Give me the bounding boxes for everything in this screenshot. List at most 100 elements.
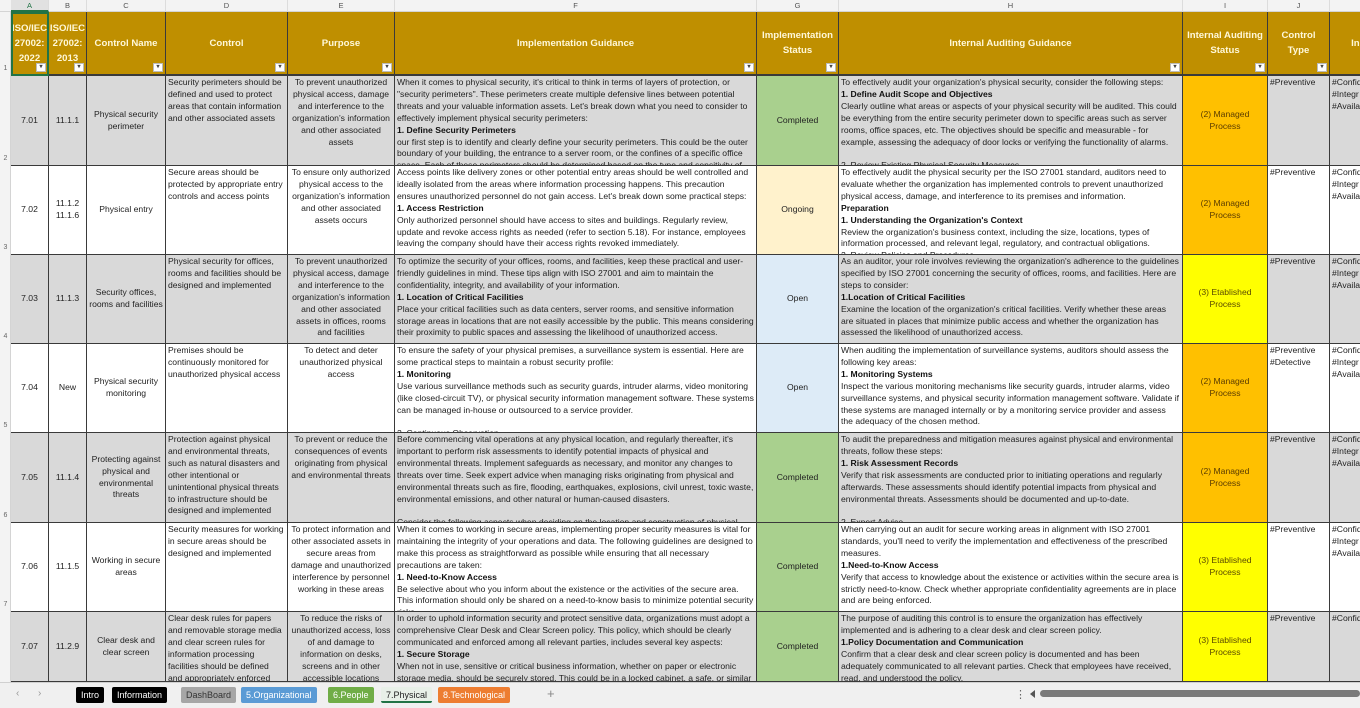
row-number[interactable]: 7 — [0, 601, 11, 608]
more-options-icon[interactable]: ⋮ — [1015, 688, 1026, 701]
cell-security-properties[interactable]: #Confid #Integr #Availa — [1330, 523, 1360, 612]
cell-internal-auditing-status[interactable]: (2) Managed Process — [1183, 433, 1268, 523]
cell-iso2013[interactable]: 11.1.1 — [49, 76, 87, 166]
cell-implementation-guidance[interactable]: When it comes to working in secure areas… — [395, 523, 757, 612]
prev-sheet-icon[interactable]: ‹ — [16, 688, 19, 699]
horizontal-scrollbar[interactable] — [1040, 690, 1360, 697]
column-letter[interactable]: D — [166, 0, 288, 12]
row-number[interactable]: 5 — [0, 422, 11, 429]
sheet-tab-8-technological[interactable]: 8.Technological — [438, 687, 511, 703]
sheet-tab-7-physical[interactable]: 7.Physical — [381, 687, 433, 703]
sheet-tab-intro[interactable]: Intro — [76, 687, 105, 703]
cell-internal-auditing-status[interactable]: (2) Managed Process — [1183, 166, 1268, 255]
cell-internal-auditing-status[interactable]: (3) Etablished Process — [1183, 612, 1268, 682]
cell-security-properties[interactable]: #Confid #Integr #Availa — [1330, 255, 1360, 344]
cell-internal-auditing-status[interactable]: (2) Managed Process — [1183, 344, 1268, 433]
cell-purpose[interactable]: To prevent or reduce the consequences of… — [288, 433, 395, 523]
cell-internal-auditing-guidance[interactable]: To effectively audit the physical securi… — [839, 166, 1183, 255]
cell-control-name[interactable]: Physical security monitoring — [87, 344, 166, 433]
cell-internal-auditing-status[interactable]: (3) Etablished Process — [1183, 255, 1268, 344]
cell-control-type[interactable]: #Preventive — [1268, 166, 1330, 255]
filter-dropdown-icon[interactable]: ▾ — [1170, 63, 1180, 72]
cell-implementation-guidance[interactable]: Before commencing vital operations at an… — [395, 433, 757, 523]
cell-control-name[interactable]: Security offices, rooms and facilities — [87, 255, 166, 344]
cell-implementation-status[interactable]: Completed — [757, 76, 839, 166]
cell-control[interactable]: Premises should be continuously monitore… — [166, 344, 288, 433]
header-internal-auditing-guidance[interactable]: Internal Auditing Guidance ▾ — [839, 12, 1183, 76]
filter-dropdown-icon[interactable]: ▾ — [826, 63, 836, 72]
cell-purpose[interactable]: To protect information and other associa… — [288, 523, 395, 612]
cell-control-name[interactable]: Clear desk and clear screen — [87, 612, 166, 682]
cell-implementation-status[interactable]: Open — [757, 344, 839, 433]
filter-dropdown-icon[interactable]: ▾ — [744, 63, 754, 72]
cell-iso2022[interactable]: 7.07 — [11, 612, 49, 682]
cell-control-name[interactable]: Physical security perimeter — [87, 76, 166, 166]
row-number[interactable]: 3 — [0, 244, 11, 251]
cell-control-type[interactable]: #Preventive #Detective — [1268, 344, 1330, 433]
header-implementation-status[interactable]: Implementation Status ▾ — [757, 12, 839, 76]
header-iso2013[interactable]: ISO/IEC 27002: 2013 ▾ — [49, 12, 87, 76]
cell-security-properties[interactable]: #Confid — [1330, 612, 1360, 682]
cell-iso2013[interactable]: 11.1.4 — [49, 433, 87, 523]
cell-iso2022[interactable]: 7.01 — [11, 76, 49, 166]
cell-control-type[interactable]: #Preventive — [1268, 76, 1330, 166]
column-letter[interactable]: C — [87, 0, 166, 12]
add-sheet-button[interactable]: + — [547, 686, 555, 701]
cell-implementation-status[interactable]: Open — [757, 255, 839, 344]
cell-iso2013[interactable]: 11.2.9 — [49, 612, 87, 682]
cell-control[interactable]: Physical security for offices, rooms and… — [166, 255, 288, 344]
sheet-tab-dashboard[interactable]: DashBoard — [181, 687, 237, 703]
cell-iso2022[interactable]: 7.04 — [11, 344, 49, 433]
cell-security-properties[interactable]: #Confid #Integr #Availa — [1330, 76, 1360, 166]
row-number[interactable]: 2 — [0, 155, 11, 162]
cell-internal-auditing-guidance[interactable]: When carrying out an audit for secure wo… — [839, 523, 1183, 612]
cell-implementation-guidance[interactable]: To optimize the security of your offices… — [395, 255, 757, 344]
filter-dropdown-icon[interactable]: ▾ — [153, 63, 163, 72]
cell-control[interactable]: Secure areas should be protected by appr… — [166, 166, 288, 255]
cell-internal-auditing-status[interactable]: (3) Etablished Process — [1183, 523, 1268, 612]
cell-control[interactable]: Protection against physical and environm… — [166, 433, 288, 523]
cell-implementation-guidance[interactable]: In order to uphold information security … — [395, 612, 757, 682]
cell-iso2022[interactable]: 7.05 — [11, 433, 49, 523]
header-control-type[interactable]: Control Type ▾ — [1268, 12, 1330, 76]
filter-dropdown-icon[interactable]: ▾ — [382, 63, 392, 72]
row-number[interactable]: 1 — [0, 65, 11, 72]
sheet-tab-5-organizational[interactable]: 5.Organizational — [241, 687, 317, 703]
cell-control[interactable]: Security measures for working in secure … — [166, 523, 288, 612]
filter-dropdown-icon[interactable]: ▾ — [1317, 63, 1327, 72]
cell-control-type[interactable]: #Preventive — [1268, 612, 1330, 682]
cell-implementation-guidance[interactable]: Access points like delivery zones or oth… — [395, 166, 757, 255]
column-letter[interactable]: E — [288, 0, 395, 12]
column-letter[interactable]: B — [49, 0, 87, 12]
cell-implementation-status[interactable]: Completed — [757, 612, 839, 682]
cell-iso2013[interactable]: 11.1.5 — [49, 523, 87, 612]
cell-purpose[interactable]: To prevent unauthorized physical access,… — [288, 76, 395, 166]
header-control-name[interactable]: Control Name ▾ — [87, 12, 166, 76]
cell-implementation-guidance[interactable]: When it comes to physical security, it's… — [395, 76, 757, 166]
sheet-tab-6-people[interactable]: 6.People — [328, 687, 374, 703]
column-letter[interactable]: F — [395, 0, 757, 12]
column-letter[interactable]: G — [757, 0, 839, 12]
filter-dropdown-icon[interactable]: ▾ — [74, 63, 84, 72]
column-letter[interactable]: I — [1183, 0, 1268, 12]
column-letter[interactable]: A — [11, 0, 49, 12]
header-implementation-guidance[interactable]: Implementation Guidance ▾ — [395, 12, 757, 76]
filter-dropdown-icon[interactable]: ▾ — [36, 63, 46, 72]
row-number[interactable]: 4 — [0, 333, 11, 340]
column-letter[interactable] — [1330, 0, 1360, 12]
cell-iso2022[interactable]: 7.06 — [11, 523, 49, 612]
cell-iso2022[interactable]: 7.02 — [11, 166, 49, 255]
cell-control-name[interactable]: Working in secure areas — [87, 523, 166, 612]
cell-internal-auditing-guidance[interactable]: To effectively audit your organization's… — [839, 76, 1183, 166]
cell-security-properties[interactable]: #Confid #Integr #Availa — [1330, 166, 1360, 255]
cell-security-properties[interactable]: #Confid #Integr #Availa — [1330, 344, 1360, 433]
cell-purpose[interactable]: To reduce the risks of unauthorized acce… — [288, 612, 395, 682]
scroll-left-icon[interactable] — [1030, 690, 1035, 698]
cell-implementation-guidance[interactable]: To ensure the safety of your physical pr… — [395, 344, 757, 433]
cell-internal-auditing-guidance[interactable]: As an auditor, your role involves review… — [839, 255, 1183, 344]
header-control[interactable]: Control ▾ — [166, 12, 288, 76]
cell-iso2013[interactable]: 11.1.3 — [49, 255, 87, 344]
cell-control-name[interactable]: Protecting against physical and environm… — [87, 433, 166, 523]
column-letter[interactable]: H — [839, 0, 1183, 12]
cell-control-type[interactable]: #Preventive — [1268, 433, 1330, 523]
